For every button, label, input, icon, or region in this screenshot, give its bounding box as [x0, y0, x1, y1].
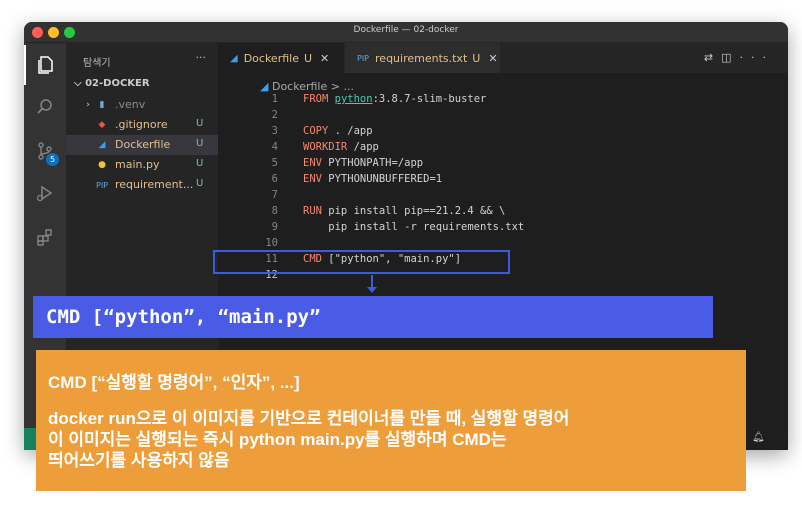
window-title: Dockerfile — 02-docker [353, 25, 459, 35]
cmd-banner-text: CMD [“python”, “main.py” [46, 306, 321, 328]
line-number: 3 [271, 125, 278, 137]
tab-label: Dockerfile [243, 51, 299, 65]
code-text: =/app [391, 157, 424, 169]
tab-requirements[interactable]: PIP requirements.txt U ✕ [345, 43, 500, 73]
file-name: main.py [115, 158, 160, 171]
explanation-line: 이 이미지는 실행되는 즉시 python main.py를 실행하며 CMD는 [48, 430, 507, 449]
tab-status: U [472, 51, 481, 65]
code-keyword: FROM [303, 93, 329, 105]
line-number: 4 [271, 141, 278, 153]
line-number: 8 [271, 205, 278, 217]
extensions-icon[interactable] [24, 217, 66, 257]
code-text: /app [347, 141, 379, 153]
code-text: . /app [328, 125, 373, 137]
explorer-title: 탐색기 [83, 58, 111, 69]
docker-icon: ◢ [230, 52, 238, 64]
code-line: 6 ENV PYTHONUNBUFFERED=1 [218, 173, 738, 189]
code-line: 5 ENV PYTHONPATH=/app [218, 157, 738, 173]
explorer-more-button[interactable]: ··· [196, 51, 207, 64]
status-bar-right: 🔔︎ [746, 428, 788, 450]
code-keyword: ENV [303, 157, 322, 169]
pip-icon: PIP [357, 53, 370, 63]
folder-name: 02-DOCKER [85, 78, 150, 89]
breadcrumb-text: Dockerfile > ... [271, 80, 354, 93]
docker-icon: ◢ [98, 140, 106, 150]
split-editor-icon[interactable]: ◫ [721, 51, 739, 64]
code-text: pip install pip==21.2.4 && \ [321, 205, 506, 217]
code-text: =1 [429, 173, 443, 185]
line-number: 5 [271, 157, 278, 169]
line-number: 6 [271, 173, 278, 185]
file-status: U [196, 158, 204, 169]
explorer-icon[interactable] [24, 45, 66, 85]
cmd-highlight-box [213, 250, 510, 274]
folder-header[interactable]: ⌵ 02-DOCKER [74, 78, 150, 89]
code-text: pip install -r requirements.txt [303, 221, 525, 233]
docker-icon: ◢ [260, 80, 269, 93]
code-keyword: RUN [303, 205, 322, 217]
explanation-line: 띄어쓰기를 사용하지 않음 [48, 451, 230, 470]
code-keyword: COPY [303, 125, 329, 137]
python-icon: ● [98, 160, 106, 170]
line-number: 10 [265, 237, 278, 249]
run-debug-icon[interactable] [24, 173, 66, 213]
file-item-gitignore[interactable]: ◆ .gitignore U [66, 115, 218, 135]
code-text: PYTHONUNBUFFERED [321, 173, 430, 185]
cmd-syntax: CMD [“실행할 명령어”, “인자”, ...] [48, 373, 300, 392]
file-status: U [196, 138, 204, 149]
cmd-banner: CMD [“python”, “main.py” [33, 296, 713, 338]
file-name: requirement... [115, 178, 194, 191]
compare-changes-icon[interactable]: ⇄ [704, 51, 721, 64]
line-number: 9 [271, 221, 278, 233]
file-item-requirements[interactable]: PIP requirement... U [66, 175, 218, 195]
source-control-icon[interactable]: 5 [24, 131, 66, 171]
code-line: 4 WORKDIR /app [218, 141, 738, 157]
explanation-text: docker run으로 이 이미지를 기반으로 컨테이너를 만들 때, 실행할… [48, 408, 748, 471]
python-folder-icon: ▮ [99, 100, 105, 110]
file-item-venv[interactable]: › ▮ .venv [66, 95, 218, 115]
more-actions-icon[interactable]: ··· [740, 51, 775, 64]
code-line: 2 [218, 109, 738, 125]
chevron-right-icon: › [86, 100, 90, 110]
file-name: Dockerfile [115, 138, 171, 151]
file-name: .venv [115, 98, 146, 111]
title-bar: Dockerfile — 02-docker [24, 22, 788, 43]
file-name: .gitignore [115, 118, 168, 131]
line-number: 7 [271, 189, 278, 201]
code-text: :3.8.7-slim-buster [372, 93, 487, 105]
editor-actions: ⇄◫··· [704, 51, 774, 64]
explanation-line: docker run으로 이 이미지를 기반으로 컨테이너를 만들 때, 실행할… [48, 409, 570, 428]
tab-bar: ◢ Dockerfile U ✕ PIP requirements.txt U … [218, 43, 788, 73]
code-line: 3 COPY . /app [218, 125, 738, 141]
close-icon[interactable]: ✕ [320, 52, 329, 65]
remote-indicator[interactable] [24, 428, 36, 450]
explanation-box: CMD [“실행할 명령어”, “인자”, ...] docker run으로 … [36, 350, 746, 491]
code-line: 8 RUN pip install pip==21.2.4 && \ [218, 205, 738, 221]
line-number: 1 [271, 93, 278, 105]
code-keyword: ENV [303, 173, 322, 185]
file-status: U [196, 178, 204, 189]
code-line: 1 FROM python:3.8.7-slim-buster [218, 93, 738, 109]
code-keyword: WORKDIR [303, 141, 348, 153]
search-icon[interactable] [24, 87, 66, 127]
tab-status: U [303, 51, 313, 65]
code-text: PYTHONPATH [321, 157, 392, 169]
scm-badge: 5 [46, 153, 59, 166]
file-item-dockerfile[interactable]: ◢ Dockerfile U [66, 135, 218, 155]
file-status: U [196, 118, 204, 129]
code-line: 7 [218, 189, 738, 205]
pip-icon: PIP [96, 180, 109, 190]
callout-arrow-head [367, 287, 377, 293]
tab-label: requirements.txt [375, 51, 468, 65]
git-icon: ◆ [98, 120, 106, 130]
tab-dockerfile[interactable]: ◢ Dockerfile U ✕ [218, 43, 344, 73]
breadcrumb[interactable]: ◢ Dockerfile > ... [260, 80, 354, 93]
close-icon[interactable]: ✕ [488, 52, 497, 65]
file-item-main-py[interactable]: ● main.py U [66, 155, 218, 175]
code-line: 9 pip install -r requirements.txt [218, 221, 738, 237]
line-number: 2 [271, 109, 278, 121]
code-image-link[interactable]: python [335, 93, 373, 105]
bell-icon[interactable]: 🔔︎ [752, 432, 765, 443]
chevron-down-icon: ⌵ [74, 78, 82, 89]
